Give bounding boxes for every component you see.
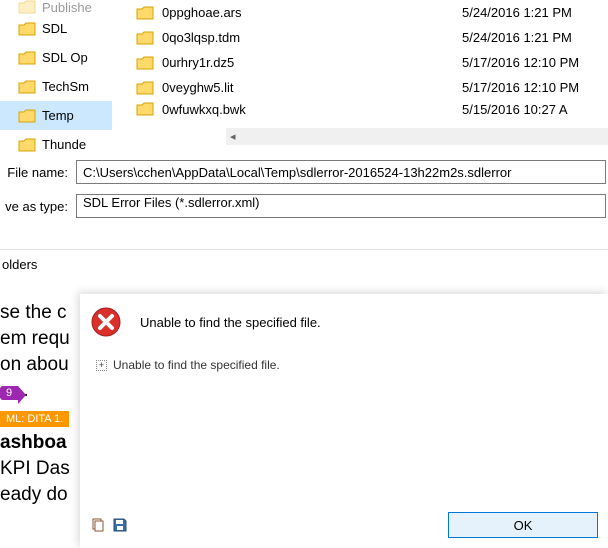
tree-label: SDL Op <box>42 50 88 65</box>
bg-text-line: ML: DITA 1. <box>0 406 80 428</box>
tree-label: Publishe <box>42 0 92 15</box>
copy-icon[interactable] <box>90 517 106 533</box>
error-details-panel: + Unable to find the specified file. <box>90 352 598 502</box>
tree-label: TechSm <box>42 79 89 94</box>
error-detail-node[interactable]: + Unable to find the specified file. <box>96 358 592 372</box>
folder-icon <box>18 51 36 65</box>
error-detail-text: Unable to find the specified file. <box>113 358 280 372</box>
bg-text-line: on abou <box>0 354 80 376</box>
file-name: 0urhry1r.dz5 <box>162 55 462 70</box>
bg-text-line: eady do <box>0 484 80 506</box>
error-icon <box>90 306 122 338</box>
bg-text-line: se the c <box>0 302 80 324</box>
tree-item[interactable]: TechSm <box>0 72 112 101</box>
ok-button[interactable]: OK <box>448 512 598 538</box>
folder-icon <box>136 102 154 116</box>
folder-icon <box>136 31 154 45</box>
file-date: 5/15/2016 10:27 A <box>462 102 568 117</box>
tree-label: Temp <box>42 108 74 123</box>
bg-text-line: em requ <box>0 328 80 350</box>
folder-icon <box>18 22 36 36</box>
background-document: se the c em requ on abou 9 . ML: DITA 1.… <box>0 302 80 510</box>
purple-badge: 9 <box>0 386 18 400</box>
tree-item[interactable]: Thunde <box>0 130 112 159</box>
folder-icon <box>136 6 154 20</box>
error-dialog: Unable to find the specified file. + Una… <box>80 294 608 548</box>
tree-item-selected[interactable]: Temp <box>0 101 112 130</box>
file-date: 5/17/2016 12:10 PM <box>462 55 579 70</box>
file-row[interactable]: 0veyghw5.lit 5/17/2016 12:10 PM <box>112 75 608 100</box>
tree-item[interactable]: Publishe <box>0 0 112 14</box>
file-date: 5/24/2016 1:21 PM <box>462 30 572 45</box>
folder-icon <box>18 109 36 123</box>
file-date: 5/17/2016 12:10 PM <box>462 80 579 95</box>
hide-folders-link[interactable]: olders <box>2 257 37 272</box>
folder-icon <box>18 138 36 152</box>
save-type-value: SDL Error Files (*.sdlerror.xml) <box>83 195 259 210</box>
folder-icon <box>18 80 36 94</box>
save-icon[interactable] <box>112 517 128 533</box>
folder-icon <box>18 0 36 14</box>
error-title: Unable to find the specified file. <box>140 315 321 330</box>
folder-icon <box>136 81 154 95</box>
expand-icon[interactable]: + <box>96 360 107 371</box>
file-row[interactable]: 0urhry1r.dz5 5/17/2016 12:10 PM <box>112 50 608 75</box>
tree-label: SDL <box>42 21 67 36</box>
folder-icon <box>136 56 154 70</box>
file-list[interactable]: 0ppghoae.ars 5/24/2016 1:21 PM 0qo3lqsp.… <box>112 0 608 145</box>
folder-tree: Publishe SDL SDL Op TechSm Temp Thunde <box>0 0 112 145</box>
file-name: 0qo3lqsp.tdm <box>162 30 462 45</box>
file-name: 0ppghoae.ars <box>162 5 462 20</box>
tree-item[interactable]: SDL Op <box>0 43 112 72</box>
orange-badge: ML: DITA 1. <box>0 411 69 427</box>
file-name-input[interactable] <box>76 160 606 184</box>
file-row[interactable]: 0ppghoae.ars 5/24/2016 1:21 PM <box>112 0 608 25</box>
tree-item[interactable]: SDL <box>0 14 112 43</box>
file-name: 0veyghw5.lit <box>162 80 462 95</box>
save-type-select[interactable]: SDL Error Files (*.sdlerror.xml) <box>76 194 606 218</box>
file-name-label: File name: <box>0 165 76 180</box>
file-row[interactable]: 0wfuwkxq.bwk 5/15/2016 10:27 A <box>112 100 608 118</box>
file-date: 5/24/2016 1:21 PM <box>462 5 572 20</box>
horizontal-scrollbar[interactable]: ◂ <box>226 128 608 145</box>
file-name: 0wfuwkxq.bwk <box>162 102 462 117</box>
save-type-label: ve as type: <box>0 199 76 214</box>
bg-text-line: ashboa <box>0 432 80 454</box>
bg-text-line: KPI Das <box>0 458 80 480</box>
file-row[interactable]: 0qo3lqsp.tdm 5/24/2016 1:21 PM <box>112 25 608 50</box>
scroll-left-icon[interactable]: ◂ <box>230 130 236 143</box>
bg-text-line: 9 . <box>0 380 80 402</box>
toolbar: olders <box>0 249 608 279</box>
tree-label: Thunde <box>42 137 86 152</box>
